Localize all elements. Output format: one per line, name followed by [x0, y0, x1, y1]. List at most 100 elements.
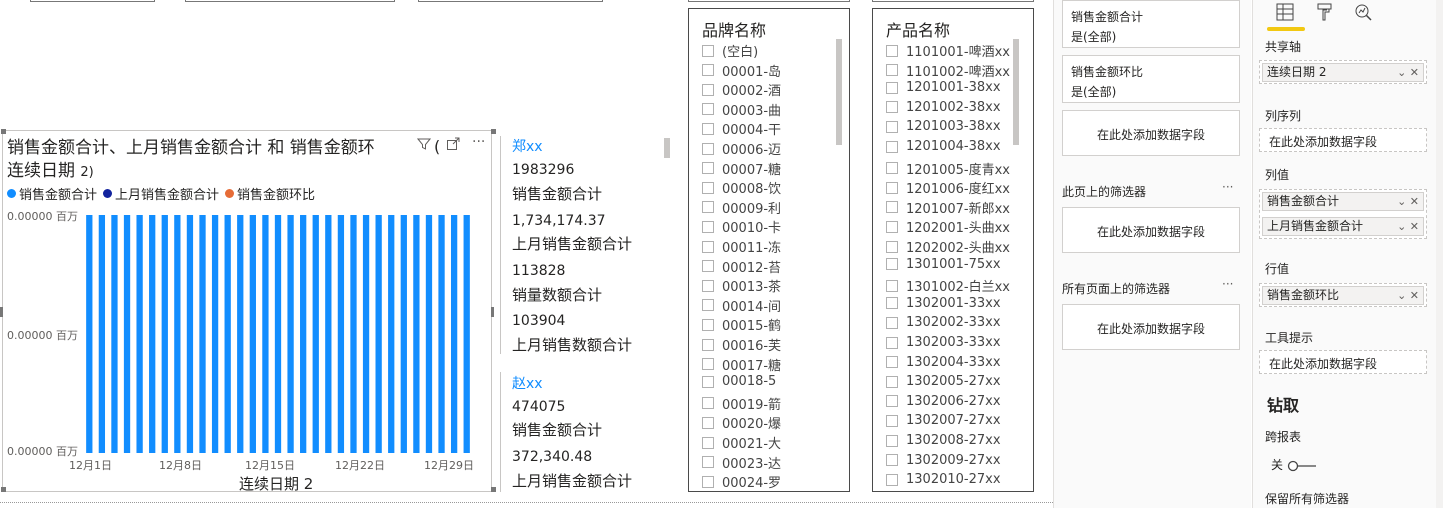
line-values-well[interactable]: 销售金额环比 ⌄ ✕: [1259, 283, 1427, 307]
checkbox[interactable]: [886, 434, 898, 447]
checkbox[interactable]: [886, 220, 898, 233]
bar[interactable]: [136, 215, 143, 453]
slicer-item[interactable]: 1302010-27xx: [886, 472, 1001, 487]
slicer-item[interactable]: 00002-酒: [702, 80, 781, 99]
checkbox[interactable]: [886, 414, 898, 427]
checkbox[interactable]: [702, 260, 714, 273]
legend-item[interactable]: 上月销售金额合计: [103, 184, 219, 203]
legend-item[interactable]: 销售金额环比: [225, 184, 315, 203]
column-series-well[interactable]: 在此处添加数据字段: [1259, 128, 1427, 152]
checkbox[interactable]: [886, 181, 898, 194]
checkbox[interactable]: [886, 356, 898, 369]
checkbox[interactable]: [702, 436, 714, 449]
bar[interactable]: [274, 215, 282, 453]
checkbox[interactable]: [702, 475, 714, 488]
slicer-item[interactable]: 1201003-38xx: [886, 119, 1001, 134]
slicer-item[interactable]: 00007-糖: [702, 159, 781, 178]
bar[interactable]: [237, 215, 244, 453]
checkbox[interactable]: [702, 220, 714, 233]
checkbox[interactable]: [886, 81, 898, 94]
slicer-item[interactable]: 1202002-头曲xx: [886, 237, 1010, 256]
checkbox[interactable]: [702, 299, 714, 312]
checkbox[interactable]: [702, 456, 714, 469]
checkbox[interactable]: [886, 395, 898, 408]
bar[interactable]: [388, 215, 395, 453]
resize-handle[interactable]: [1, 487, 6, 492]
slicer-item[interactable]: 1302008-27xx: [886, 433, 1001, 448]
slicer-item[interactable]: 1302003-33xx: [886, 335, 1001, 350]
more-options-icon[interactable]: ···: [1222, 180, 1233, 194]
analytics-icon[interactable]: [1353, 2, 1373, 27]
field-pill[interactable]: 销售金额环比 ⌄ ✕: [1262, 286, 1424, 305]
checkbox[interactable]: [702, 162, 714, 175]
slicer-item[interactable]: 00009-利: [702, 198, 781, 217]
slicer-item[interactable]: 00017-糖: [702, 355, 781, 374]
checkbox[interactable]: [702, 416, 714, 429]
add-field-dropzone[interactable]: 在此处添加数据字段: [1062, 207, 1240, 253]
slicer-item[interactable]: 1302005-27xx: [886, 374, 1001, 389]
fields-icon[interactable]: [1275, 2, 1295, 27]
checkbox[interactable]: [886, 336, 898, 349]
slicer-item[interactable]: 1101001-啤酒xx: [886, 41, 1010, 60]
bar[interactable]: [425, 215, 433, 453]
field-pill[interactable]: 连续日期 2 ⌄ ✕: [1262, 63, 1424, 82]
slicer-item[interactable]: 00011-冻: [702, 237, 781, 256]
bar[interactable]: [211, 215, 219, 453]
cross-report-toggle[interactable]: [1287, 457, 1317, 472]
slicer-item[interactable]: 00001-岛: [702, 61, 781, 80]
bar[interactable]: [161, 215, 168, 453]
bar[interactable]: [325, 215, 332, 453]
slicer-item[interactable]: 1302004-33xx: [886, 355, 1001, 370]
bar[interactable]: [98, 215, 106, 453]
field-pill[interactable]: 上月销售金额合计 ⌄ ✕: [1262, 217, 1424, 236]
focus-mode-icon[interactable]: [446, 137, 460, 155]
visual-filter-card[interactable]: 销售金额环比 是(全部): [1062, 55, 1240, 103]
checkbox[interactable]: [702, 201, 714, 214]
checkbox[interactable]: [886, 64, 898, 77]
checkbox[interactable]: [702, 64, 714, 77]
bar[interactable]: [287, 215, 294, 453]
bar[interactable]: [362, 215, 370, 453]
slicer-item[interactable]: 1201007-新郎xx: [886, 198, 1010, 217]
slicer-item[interactable]: 1201005-度青xx: [886, 159, 1010, 178]
bar[interactable]: [149, 215, 156, 453]
bar[interactable]: [337, 215, 345, 453]
multi-row-card[interactable]: 郑xx 1983296 销售金额合计 1,734,174.37 上月销售金额合计…: [500, 130, 670, 492]
checkbox[interactable]: [886, 140, 898, 153]
add-field-dropzone[interactable]: 在此处添加数据字段: [1062, 304, 1240, 350]
pill-controls-icon[interactable]: ⌄ ✕: [1397, 64, 1419, 81]
column-values-well[interactable]: 销售金额合计 ⌄ ✕ 上月销售金额合计 ⌄ ✕: [1259, 189, 1427, 239]
slicer-item[interactable]: 1201006-度红xx: [886, 178, 1010, 197]
combo-chart-visual[interactable]: 销售金额合计、上月销售金额合计 和 销售金额环 ( ··· 连续日期 2) 销售…: [0, 129, 496, 493]
resize-handle[interactable]: [491, 129, 496, 134]
checkbox[interactable]: [702, 142, 714, 155]
bar[interactable]: [123, 215, 131, 453]
slicer-item[interactable]: 1302006-27xx: [886, 394, 1001, 409]
legend-item[interactable]: 销售金额合计: [7, 184, 97, 203]
checkbox[interactable]: [702, 375, 714, 388]
checkbox[interactable]: [702, 397, 714, 410]
slicer-item[interactable]: 00003-曲: [702, 100, 781, 119]
product-slicer[interactable]: 产品名称 1101001-啤酒xx 1101002-啤酒xx 1201001-38x…: [872, 8, 1034, 492]
slicer-item[interactable]: 00018-5: [702, 374, 776, 389]
checkbox[interactable]: [886, 316, 898, 329]
slicer-item[interactable]: 1101002-啤酒xx: [886, 61, 1010, 80]
shared-axis-well[interactable]: 连续日期 2 ⌄ ✕: [1259, 60, 1427, 84]
more-options-icon[interactable]: ···: [1222, 277, 1233, 291]
slicer-item[interactable]: 1302009-27xx: [886, 453, 1001, 468]
bar[interactable]: [199, 215, 206, 453]
pane-scrollbar[interactable]: [1436, 0, 1443, 508]
slicer-item[interactable]: 00008-饮: [702, 178, 781, 197]
checkbox[interactable]: [702, 83, 714, 96]
checkbox[interactable]: [886, 279, 898, 292]
slicer-scrollbar[interactable]: [836, 39, 842, 145]
checkbox[interactable]: [886, 454, 898, 467]
bar[interactable]: [413, 215, 420, 453]
bar[interactable]: [350, 215, 357, 453]
slicer-item[interactable]: 00020-爆: [702, 413, 781, 432]
slicer-item[interactable]: 00004-干: [702, 119, 781, 138]
bar[interactable]: [375, 215, 382, 453]
checkbox[interactable]: [702, 181, 714, 194]
pill-controls-icon[interactable]: ⌄ ✕: [1397, 218, 1419, 235]
slicer-item[interactable]: 00019-箭: [702, 394, 781, 413]
